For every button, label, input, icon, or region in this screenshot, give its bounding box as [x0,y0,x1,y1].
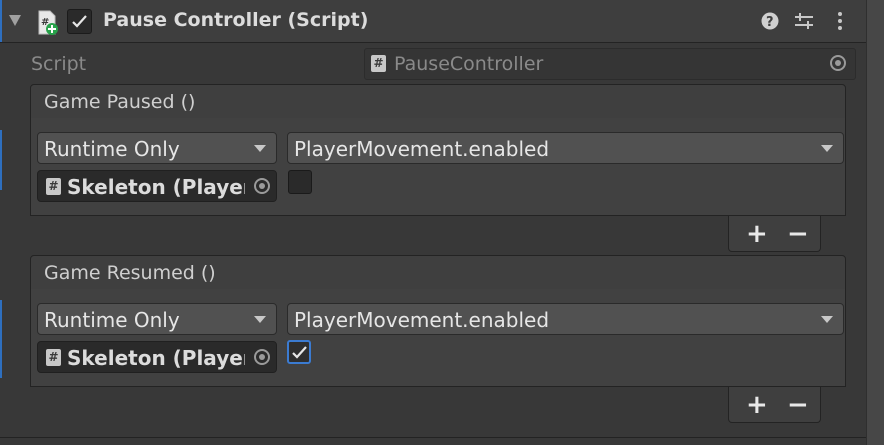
script-hash-icon: # [46,349,61,366]
object-picker-icon[interactable] [830,55,846,71]
add-listener-button[interactable]: + [746,221,768,247]
svg-text:?: ? [766,15,774,30]
target-object-field[interactable]: # Skeleton (Player Movement) [37,341,277,373]
script-label: Script [31,53,87,75]
object-picker-icon[interactable] [254,349,270,365]
inspector-scrollbar[interactable] [866,0,884,445]
function-value: PlayerMovement.enabled [294,308,550,332]
help-icon[interactable]: ? [759,10,781,32]
enabled-value-checkbox[interactable] [287,340,311,364]
script-hash-icon: # [46,178,61,195]
remove-listener-button[interactable]: − [787,392,809,418]
function-dropdown[interactable]: PlayerMovement.enabled [287,303,844,335]
event-header-game-paused[interactable]: Game Paused () [30,84,846,119]
function-dropdown[interactable]: PlayerMovement.enabled [287,132,844,164]
script-field-value: PauseController [394,53,544,75]
component-title: Pause Controller (Script) [103,9,369,31]
modified-accent [0,130,2,190]
target-object-value: Skeleton (Player Movement) [67,175,245,199]
chevron-down-icon [821,316,833,323]
event-name: Game Paused () [44,91,196,113]
chevron-down-icon [821,145,833,152]
target-object-value: Skeleton (Player Movement) [67,346,245,370]
list-footer: + − [728,216,821,252]
component-bottom-divider [0,437,866,438]
call-state-value: Runtime Only [44,308,180,332]
header-left-accent [0,0,2,42]
script-icon: # [37,10,58,35]
checkmark-icon [292,346,307,359]
chevron-down-icon [254,316,266,323]
call-state-value: Runtime Only [44,137,180,161]
add-listener-button[interactable]: + [746,392,768,418]
chevron-down-icon [254,145,266,152]
remove-listener-button[interactable]: − [787,221,809,247]
enabled-value-checkbox[interactable] [288,170,312,194]
modified-accent [0,300,2,378]
target-object-field[interactable]: # Skeleton (Player Movement) [37,170,277,202]
call-state-dropdown[interactable]: Runtime Only [37,132,277,164]
list-footer: + − [728,387,821,423]
event-header-game-resumed[interactable]: Game Resumed () [30,255,846,290]
script-hash-icon: # [371,55,386,72]
presets-icon[interactable] [793,10,815,32]
event-name: Game Resumed () [44,262,216,284]
foldout-arrow-icon[interactable] [9,15,21,26]
kebab-menu-icon[interactable] [829,10,851,32]
call-state-dropdown[interactable]: Runtime Only [37,303,277,335]
object-picker-icon[interactable] [254,178,270,194]
component-enabled-checkbox[interactable] [67,9,92,34]
function-value: PlayerMovement.enabled [294,137,550,161]
